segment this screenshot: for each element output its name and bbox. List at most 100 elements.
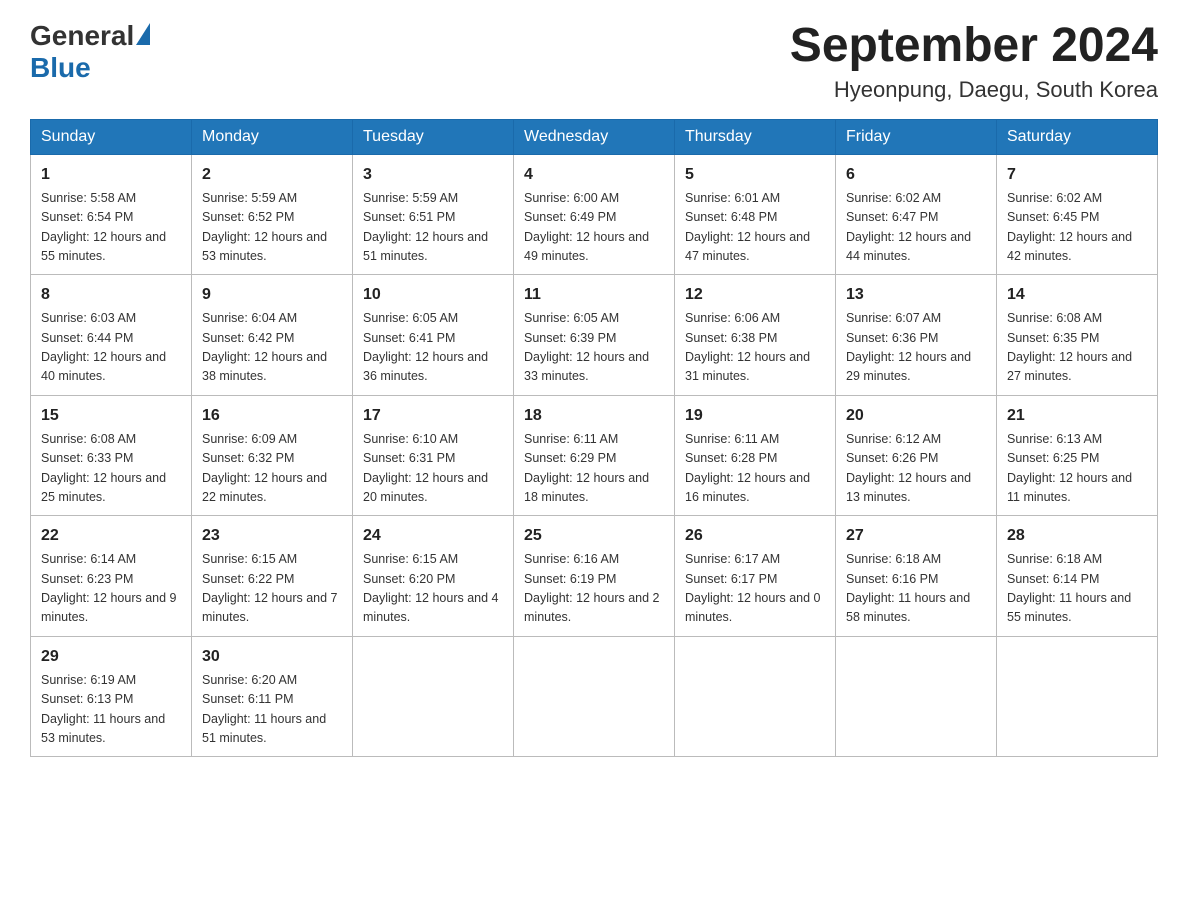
day-info: Sunrise: 6:11 AMSunset: 6:29 PMDaylight:… xyxy=(524,430,664,508)
day-number: 28 xyxy=(1007,524,1147,548)
day-info: Sunrise: 6:18 AMSunset: 6:16 PMDaylight:… xyxy=(846,550,986,628)
calendar-cell: 11Sunrise: 6:05 AMSunset: 6:39 PMDayligh… xyxy=(514,275,675,396)
logo: General Blue xyxy=(30,20,150,84)
weekday-header-sunday: Sunday xyxy=(31,119,192,154)
calendar-cell: 27Sunrise: 6:18 AMSunset: 6:16 PMDayligh… xyxy=(836,516,997,637)
calendar-cell: 23Sunrise: 6:15 AMSunset: 6:22 PMDayligh… xyxy=(192,516,353,637)
calendar-cell: 16Sunrise: 6:09 AMSunset: 6:32 PMDayligh… xyxy=(192,395,353,516)
calendar-cell: 20Sunrise: 6:12 AMSunset: 6:26 PMDayligh… xyxy=(836,395,997,516)
page-title: September 2024 xyxy=(790,20,1158,73)
day-number: 13 xyxy=(846,283,986,307)
page-subtitle: Hyeonpung, Daegu, South Korea xyxy=(790,77,1158,103)
weekday-header-saturday: Saturday xyxy=(997,119,1158,154)
day-number: 5 xyxy=(685,163,825,187)
day-number: 2 xyxy=(202,163,342,187)
day-number: 7 xyxy=(1007,163,1147,187)
calendar-week-row: 22Sunrise: 6:14 AMSunset: 6:23 PMDayligh… xyxy=(31,516,1158,637)
calendar-cell xyxy=(675,636,836,757)
calendar-week-row: 29Sunrise: 6:19 AMSunset: 6:13 PMDayligh… xyxy=(31,636,1158,757)
logo-triangle-icon xyxy=(136,23,150,45)
day-number: 20 xyxy=(846,404,986,428)
title-area: September 2024 Hyeonpung, Daegu, South K… xyxy=(790,20,1158,103)
weekday-header-wednesday: Wednesday xyxy=(514,119,675,154)
day-number: 12 xyxy=(685,283,825,307)
calendar-cell: 7Sunrise: 6:02 AMSunset: 6:45 PMDaylight… xyxy=(997,154,1158,275)
day-number: 25 xyxy=(524,524,664,548)
calendar-cell xyxy=(514,636,675,757)
day-info: Sunrise: 6:18 AMSunset: 6:14 PMDaylight:… xyxy=(1007,550,1147,628)
day-info: Sunrise: 6:11 AMSunset: 6:28 PMDaylight:… xyxy=(685,430,825,508)
calendar-cell: 5Sunrise: 6:01 AMSunset: 6:48 PMDaylight… xyxy=(675,154,836,275)
day-info: Sunrise: 6:19 AMSunset: 6:13 PMDaylight:… xyxy=(41,671,181,749)
day-info: Sunrise: 6:01 AMSunset: 6:48 PMDaylight:… xyxy=(685,189,825,267)
calendar-cell: 28Sunrise: 6:18 AMSunset: 6:14 PMDayligh… xyxy=(997,516,1158,637)
day-info: Sunrise: 6:05 AMSunset: 6:41 PMDaylight:… xyxy=(363,309,503,387)
calendar-cell: 8Sunrise: 6:03 AMSunset: 6:44 PMDaylight… xyxy=(31,275,192,396)
calendar-cell: 21Sunrise: 6:13 AMSunset: 6:25 PMDayligh… xyxy=(997,395,1158,516)
calendar-cell: 26Sunrise: 6:17 AMSunset: 6:17 PMDayligh… xyxy=(675,516,836,637)
calendar-week-row: 8Sunrise: 6:03 AMSunset: 6:44 PMDaylight… xyxy=(31,275,1158,396)
page-header: General Blue September 2024 Hyeonpung, D… xyxy=(30,20,1158,103)
day-number: 8 xyxy=(41,283,181,307)
calendar-body: 1Sunrise: 5:58 AMSunset: 6:54 PMDaylight… xyxy=(31,154,1158,757)
day-number: 3 xyxy=(363,163,503,187)
day-info: Sunrise: 6:06 AMSunset: 6:38 PMDaylight:… xyxy=(685,309,825,387)
day-info: Sunrise: 6:14 AMSunset: 6:23 PMDaylight:… xyxy=(41,550,181,628)
weekday-header-tuesday: Tuesday xyxy=(353,119,514,154)
day-number: 23 xyxy=(202,524,342,548)
day-info: Sunrise: 6:04 AMSunset: 6:42 PMDaylight:… xyxy=(202,309,342,387)
day-info: Sunrise: 6:08 AMSunset: 6:35 PMDaylight:… xyxy=(1007,309,1147,387)
day-number: 16 xyxy=(202,404,342,428)
day-number: 14 xyxy=(1007,283,1147,307)
day-info: Sunrise: 5:59 AMSunset: 6:52 PMDaylight:… xyxy=(202,189,342,267)
calendar-header: SundayMondayTuesdayWednesdayThursdayFrid… xyxy=(31,119,1158,154)
weekday-header-thursday: Thursday xyxy=(675,119,836,154)
day-info: Sunrise: 6:15 AMSunset: 6:20 PMDaylight:… xyxy=(363,550,503,628)
day-info: Sunrise: 6:03 AMSunset: 6:44 PMDaylight:… xyxy=(41,309,181,387)
calendar-cell xyxy=(353,636,514,757)
day-info: Sunrise: 6:16 AMSunset: 6:19 PMDaylight:… xyxy=(524,550,664,628)
calendar-cell: 19Sunrise: 6:11 AMSunset: 6:28 PMDayligh… xyxy=(675,395,836,516)
calendar-cell: 14Sunrise: 6:08 AMSunset: 6:35 PMDayligh… xyxy=(997,275,1158,396)
day-info: Sunrise: 6:02 AMSunset: 6:45 PMDaylight:… xyxy=(1007,189,1147,267)
calendar-cell: 10Sunrise: 6:05 AMSunset: 6:41 PMDayligh… xyxy=(353,275,514,396)
day-number: 6 xyxy=(846,163,986,187)
day-number: 4 xyxy=(524,163,664,187)
calendar-cell: 22Sunrise: 6:14 AMSunset: 6:23 PMDayligh… xyxy=(31,516,192,637)
day-number: 11 xyxy=(524,283,664,307)
day-number: 19 xyxy=(685,404,825,428)
day-number: 15 xyxy=(41,404,181,428)
day-info: Sunrise: 6:05 AMSunset: 6:39 PMDaylight:… xyxy=(524,309,664,387)
day-info: Sunrise: 6:15 AMSunset: 6:22 PMDaylight:… xyxy=(202,550,342,628)
calendar-cell: 4Sunrise: 6:00 AMSunset: 6:49 PMDaylight… xyxy=(514,154,675,275)
day-number: 27 xyxy=(846,524,986,548)
calendar-cell: 25Sunrise: 6:16 AMSunset: 6:19 PMDayligh… xyxy=(514,516,675,637)
calendar-cell: 3Sunrise: 5:59 AMSunset: 6:51 PMDaylight… xyxy=(353,154,514,275)
calendar-week-row: 1Sunrise: 5:58 AMSunset: 6:54 PMDaylight… xyxy=(31,154,1158,275)
calendar-cell: 1Sunrise: 5:58 AMSunset: 6:54 PMDaylight… xyxy=(31,154,192,275)
day-info: Sunrise: 6:02 AMSunset: 6:47 PMDaylight:… xyxy=(846,189,986,267)
weekday-header-monday: Monday xyxy=(192,119,353,154)
day-number: 1 xyxy=(41,163,181,187)
day-info: Sunrise: 6:17 AMSunset: 6:17 PMDaylight:… xyxy=(685,550,825,628)
calendar-cell: 13Sunrise: 6:07 AMSunset: 6:36 PMDayligh… xyxy=(836,275,997,396)
calendar-cell: 6Sunrise: 6:02 AMSunset: 6:47 PMDaylight… xyxy=(836,154,997,275)
calendar-cell xyxy=(997,636,1158,757)
weekday-header-row: SundayMondayTuesdayWednesdayThursdayFrid… xyxy=(31,119,1158,154)
day-info: Sunrise: 6:13 AMSunset: 6:25 PMDaylight:… xyxy=(1007,430,1147,508)
calendar-table: SundayMondayTuesdayWednesdayThursdayFrid… xyxy=(30,119,1158,758)
calendar-cell: 29Sunrise: 6:19 AMSunset: 6:13 PMDayligh… xyxy=(31,636,192,757)
day-number: 21 xyxy=(1007,404,1147,428)
logo-general-text: General xyxy=(30,20,134,52)
day-number: 26 xyxy=(685,524,825,548)
day-number: 10 xyxy=(363,283,503,307)
day-info: Sunrise: 6:12 AMSunset: 6:26 PMDaylight:… xyxy=(846,430,986,508)
day-info: Sunrise: 5:59 AMSunset: 6:51 PMDaylight:… xyxy=(363,189,503,267)
day-info: Sunrise: 6:09 AMSunset: 6:32 PMDaylight:… xyxy=(202,430,342,508)
day-number: 17 xyxy=(363,404,503,428)
calendar-cell: 30Sunrise: 6:20 AMSunset: 6:11 PMDayligh… xyxy=(192,636,353,757)
weekday-header-friday: Friday xyxy=(836,119,997,154)
calendar-cell: 17Sunrise: 6:10 AMSunset: 6:31 PMDayligh… xyxy=(353,395,514,516)
calendar-cell: 18Sunrise: 6:11 AMSunset: 6:29 PMDayligh… xyxy=(514,395,675,516)
day-number: 22 xyxy=(41,524,181,548)
